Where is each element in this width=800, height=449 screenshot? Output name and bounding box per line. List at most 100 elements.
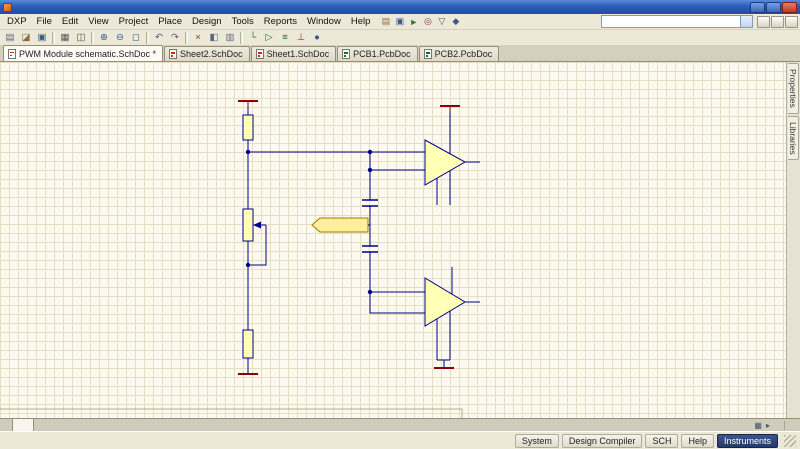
capacitor-c2[interactable] <box>362 245 378 253</box>
menu-item[interactable]: Window <box>302 15 346 28</box>
place-wire-icon[interactable]: └ <box>245 31 261 45</box>
save-all-icon[interactable]: ▣ <box>393 15 406 28</box>
separator[interactable] <box>91 31 94 44</box>
panel-button[interactable]: Design Compiler <box>561 433 643 448</box>
panel-button[interactable]: Instruments <box>716 433 778 448</box>
navigate-icon[interactable]: ◎ <box>421 15 434 28</box>
editor-tab-bar: ▦ ▸ <box>0 418 800 431</box>
document-window-controls <box>757 15 798 28</box>
right-panel-strip: Properties Libraries <box>786 62 800 418</box>
document-tab[interactable]: PCB1.PcbDoc <box>337 46 418 61</box>
tab-scroll-left-icon[interactable] <box>0 419 12 431</box>
menu-item[interactable]: Design <box>187 15 227 28</box>
title-bar <box>0 0 800 14</box>
document-tab[interactable]: PCB2.PcbDoc <box>418 46 500 61</box>
print-preview-icon[interactable]: ◫ <box>73 31 89 45</box>
main-area: Properties Libraries <box>0 62 800 418</box>
mask-icon[interactable]: ▦ <box>754 421 762 430</box>
menu-toolbar-icons: ▤ ▣ ► ◎ ▽ ◆ <box>379 15 462 28</box>
doc-minimize-button[interactable] <box>757 15 770 28</box>
document-tab-label: PCB1.PcbDoc <box>353 49 411 59</box>
chevron-down-icon[interactable] <box>740 16 752 27</box>
schematic-editor[interactable] <box>0 62 786 418</box>
filter-icon[interactable]: ▽ <box>435 15 448 28</box>
menu-item[interactable]: Project <box>114 15 154 28</box>
separator[interactable] <box>185 31 188 44</box>
main-toolbar: ▤ ◪ ▣ ▦ ◫ ⊕ ⊖ ◻ ↶ ↷ × ◧ ▥ └ ▷ ≡ ⊥ ● <box>0 30 800 46</box>
power-port-gnd-right[interactable] <box>434 359 454 369</box>
potentiometer-dead-time[interactable] <box>242 208 266 242</box>
panel-tab[interactable]: Libraries <box>788 115 799 161</box>
menu-item[interactable]: Tools <box>227 15 259 28</box>
resize-grip[interactable] <box>784 434 796 447</box>
separator[interactable] <box>52 31 55 44</box>
document-tab[interactable]: PWM Module schematic.SchDoc * <box>3 45 164 61</box>
highlight-icon[interactable]: ▸ <box>766 421 770 430</box>
open-document-icon[interactable]: ◪ <box>18 31 34 45</box>
close-button[interactable] <box>782 1 797 13</box>
copy-icon[interactable]: ◧ <box>206 31 222 45</box>
doc-restore-button[interactable] <box>771 15 784 28</box>
schematic-canvas[interactable] <box>0 62 786 418</box>
document-icon <box>255 49 264 59</box>
document-tab-bar: PWM Module schematic.SchDoc * Sheet2.Sch… <box>0 45 800 62</box>
zoom-out-icon[interactable]: ⊖ <box>112 31 128 45</box>
cut-icon[interactable]: × <box>190 31 206 45</box>
document-icon <box>423 49 432 59</box>
undo-icon[interactable]: ↶ <box>151 31 167 45</box>
document-icon <box>342 49 351 59</box>
port-audio-in[interactable] <box>311 217 370 233</box>
zoom-in-icon[interactable]: ⊕ <box>96 31 112 45</box>
menu-item[interactable]: Reports <box>259 15 302 28</box>
menu-item[interactable]: Edit <box>57 15 83 28</box>
document-path-combo[interactable] <box>601 15 753 28</box>
menu-item[interactable]: View <box>83 15 113 28</box>
separator[interactable] <box>240 31 243 44</box>
resistor-r1[interactable] <box>242 114 254 141</box>
redo-icon[interactable]: ↷ <box>167 31 183 45</box>
document-tab[interactable]: Sheet1.SchDoc <box>250 46 337 61</box>
power-port-gnd-left[interactable] <box>238 358 258 375</box>
place-junction-icon[interactable]: ● <box>309 31 325 45</box>
minimize-button[interactable] <box>750 1 765 13</box>
power-port-vcc-right[interactable] <box>440 105 460 154</box>
open-project-icon[interactable]: ▤ <box>379 15 392 28</box>
place-net-label-icon[interactable]: ≡ <box>277 31 293 45</box>
menu-item[interactable]: Place <box>153 15 187 28</box>
document-tab[interactable]: Sheet2.SchDoc <box>164 46 250 61</box>
compile-icon[interactable]: ► <box>407 15 420 28</box>
print-icon[interactable]: ▦ <box>57 31 73 45</box>
document-tab-label: PWM Module schematic.SchDoc * <box>19 48 157 59</box>
resistor-r2[interactable] <box>242 329 254 359</box>
opamp-ub[interactable] <box>424 267 480 360</box>
panel-button[interactable]: SCH <box>645 433 679 448</box>
opamp-ua[interactable] <box>424 139 480 205</box>
new-document-icon[interactable]: ▤ <box>2 31 18 45</box>
menu-item[interactable]: File <box>32 15 57 28</box>
place-power-port-icon[interactable]: ⊥ <box>293 31 309 45</box>
panel-button[interactable]: Help <box>681 433 714 448</box>
separator[interactable] <box>146 31 149 44</box>
mask-controls: ▦ ▸ <box>749 419 800 431</box>
maximize-button[interactable] <box>766 1 781 13</box>
doc-close-button[interactable] <box>785 15 798 28</box>
application-window: DXP File Edit View Project Place Design Tools Re… <box>0 0 800 449</box>
status-bar: System Design Compiler SCH Help Instruments <box>0 431 800 449</box>
tab-editor[interactable] <box>12 419 34 431</box>
panel-tab[interactable]: Properties <box>788 63 799 114</box>
menu-item[interactable]: DXP <box>2 15 32 28</box>
document-tab-label: Sheet2.SchDoc <box>180 49 243 59</box>
panel-buttons: System Design Compiler SCH Help Instruments <box>514 433 778 448</box>
menu-item[interactable]: Help <box>346 15 376 28</box>
sheet-border <box>0 408 463 418</box>
save-document-icon[interactable]: ▣ <box>34 31 50 45</box>
panel-button[interactable]: System <box>514 433 559 448</box>
capacitor-c1[interactable] <box>362 199 378 207</box>
place-part-icon[interactable]: ▷ <box>261 31 277 45</box>
altium-logo-icon <box>3 2 12 12</box>
paste-icon[interactable]: ▥ <box>222 31 238 45</box>
power-port-vcc-left[interactable] <box>238 100 258 108</box>
divider <box>784 420 785 430</box>
settings-icon[interactable]: ◆ <box>449 15 462 28</box>
zoom-fit-icon[interactable]: ◻ <box>128 31 144 45</box>
